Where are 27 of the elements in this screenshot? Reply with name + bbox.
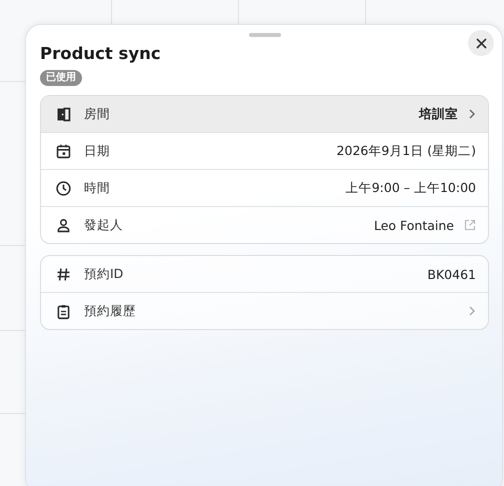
detail-row[interactable]: 預約履歷 xyxy=(41,292,488,329)
chevron-icon xyxy=(468,109,476,119)
detail-row[interactable]: 房間 培訓室 xyxy=(41,96,488,132)
door-icon xyxy=(55,106,72,122)
row-label: 預約ID xyxy=(84,266,124,282)
row-value: 培訓室 xyxy=(419,106,458,122)
row-value: 2026年9月1日 (星期二) xyxy=(336,142,476,160)
row-label: 發起人 xyxy=(84,216,123,234)
close-button[interactable] xyxy=(468,30,494,56)
row-value: BK0461 xyxy=(427,266,476,282)
status-badge: 已使用 xyxy=(40,70,82,86)
clock-icon xyxy=(55,180,72,196)
row-label: 時間 xyxy=(84,180,110,196)
drag-handle[interactable] xyxy=(249,33,281,37)
row-value: 上午9:00 – 上午10:00 xyxy=(346,180,476,196)
row-label: 預約履歷 xyxy=(84,302,136,320)
row-label: 房間 xyxy=(84,106,110,122)
external-link-icon[interactable] xyxy=(464,219,476,231)
chevron-icon xyxy=(468,306,476,316)
calendar-icon xyxy=(55,142,72,160)
person-icon xyxy=(55,216,72,234)
row-label: 日期 xyxy=(84,142,110,160)
hash-icon xyxy=(55,266,72,282)
row-value: Leo Fontaine xyxy=(374,218,454,232)
event-title: Product sync xyxy=(40,43,162,65)
clipboard-icon xyxy=(55,302,72,320)
close-icon xyxy=(476,38,486,48)
